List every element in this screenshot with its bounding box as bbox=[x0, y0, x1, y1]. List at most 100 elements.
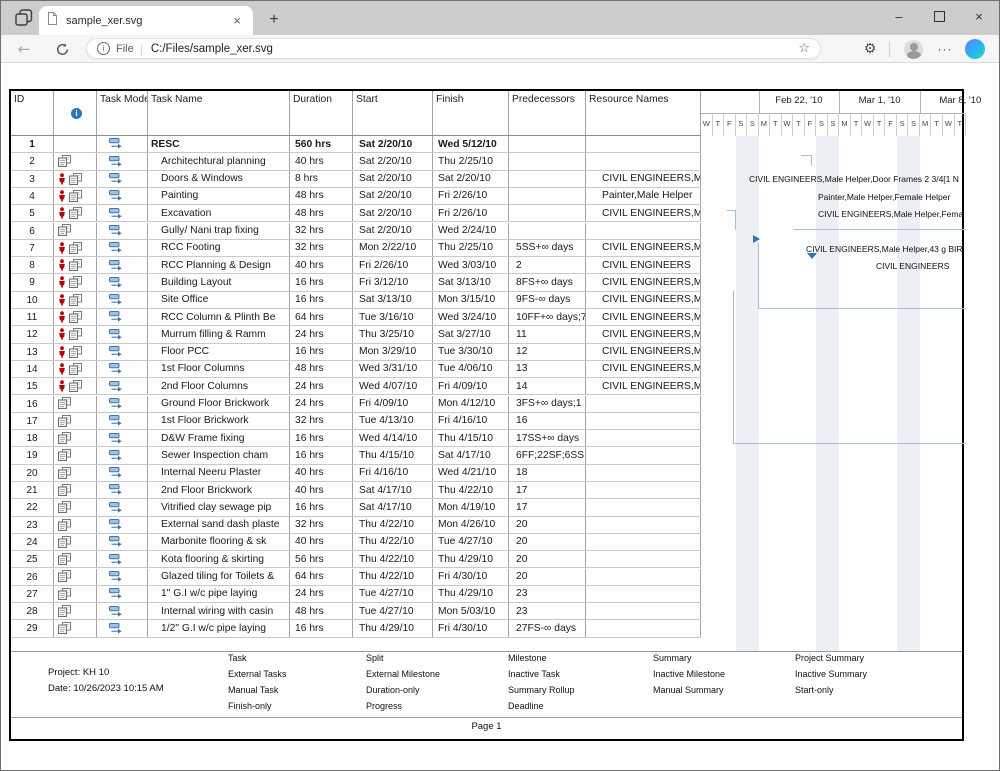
task-name-cell: Glazed tiling for Toilets & bbox=[148, 569, 290, 585]
indicator-cell bbox=[54, 534, 97, 550]
resource-names-cell: CIVIL ENGINEERS,M bbox=[586, 378, 701, 394]
row-id: 11 bbox=[11, 309, 54, 325]
predecessors-cell: 9FS-∞ days bbox=[509, 292, 586, 308]
start-cell: Wed 4/14/10 bbox=[353, 430, 433, 446]
task-name-cell: Gully/ Nani trap fixing bbox=[148, 223, 290, 239]
resource-annotation: CIVIL ENGINEERS bbox=[876, 261, 949, 271]
task-mode-cell bbox=[97, 205, 148, 221]
weekend-band bbox=[736, 136, 759, 651]
col-header-task-mode: Task Mode bbox=[97, 91, 148, 135]
resource-names-cell bbox=[586, 396, 701, 412]
task-mode-icon bbox=[109, 346, 123, 360]
finish-cell: Wed 5/12/10 bbox=[433, 136, 509, 152]
indicator-icon bbox=[69, 173, 82, 187]
legend-item: Manual Task bbox=[228, 685, 286, 701]
task-name-cell: 2nd Floor Brickwork bbox=[148, 482, 290, 498]
finish-cell: Mon 4/26/10 bbox=[433, 517, 509, 533]
predecessors-cell: 12 bbox=[509, 344, 586, 360]
duration-cell: 32 hrs bbox=[290, 517, 353, 533]
tab-actions-icon[interactable] bbox=[12, 7, 36, 29]
day-letter: M bbox=[920, 113, 932, 136]
finish-cell: Mon 4/19/10 bbox=[433, 499, 509, 515]
site-info-icon[interactable]: i bbox=[97, 42, 110, 55]
table-row: 212nd Floor Brickwork40 hrsSat 4/17/10Th… bbox=[11, 482, 701, 499]
row-id: 27 bbox=[11, 586, 54, 602]
finish-cell: Wed 2/24/10 bbox=[433, 223, 509, 239]
profile-avatar[interactable] bbox=[904, 40, 923, 59]
task-mode-cell bbox=[97, 534, 148, 550]
finish-cell: Fri 4/09/10 bbox=[433, 378, 509, 394]
browser-essentials-icon[interactable]: ⚙ bbox=[857, 41, 883, 57]
legend-item: Finish-only bbox=[228, 701, 286, 717]
predecessors-cell: 18 bbox=[509, 465, 586, 481]
task-mode-cell bbox=[97, 482, 148, 498]
browser-tab[interactable]: sample_xer.svg × bbox=[39, 6, 253, 35]
legend-item: Manual Summary bbox=[653, 685, 725, 701]
task-mode-cell bbox=[97, 240, 148, 256]
table-header: ID i Task Mode Task Name Duration Start … bbox=[11, 91, 701, 136]
task-mode-cell bbox=[97, 344, 148, 360]
resource-names-cell bbox=[586, 447, 701, 463]
tab-title: sample_xer.svg bbox=[66, 15, 229, 27]
resource-names-cell bbox=[586, 430, 701, 446]
duration-cell: 8 hrs bbox=[290, 171, 353, 187]
file-icon bbox=[47, 12, 58, 30]
duration-cell: 16 hrs bbox=[290, 620, 353, 636]
table-row: 1RESC560 hrsSat 2/20/10Wed 5/12/10 bbox=[11, 136, 701, 153]
week-label: Mar 8, '10 bbox=[939, 95, 981, 106]
task-mode-icon bbox=[109, 138, 123, 152]
finish-cell: Mon 3/15/10 bbox=[433, 292, 509, 308]
start-cell: Mon 3/29/10 bbox=[353, 344, 433, 360]
task-mode-cell bbox=[97, 620, 148, 636]
favorite-star-icon[interactable]: ☆ bbox=[798, 41, 810, 56]
link-line bbox=[758, 243, 759, 308]
row-id: 1 bbox=[11, 136, 54, 152]
back-button[interactable]: ← bbox=[13, 38, 35, 60]
finish-cell: Thu 4/29/10 bbox=[433, 586, 509, 602]
page-number: Page 1 bbox=[11, 721, 962, 732]
day-letter: T bbox=[851, 113, 863, 136]
row-id: 24 bbox=[11, 534, 54, 550]
indicator-cell bbox=[54, 517, 97, 533]
finish-cell: Sat 2/20/10 bbox=[433, 171, 509, 187]
legend-item: Summary Rollup bbox=[508, 685, 575, 701]
indicator-cell bbox=[54, 396, 97, 412]
table-row: 10Site Office16 hrsSat 3/13/10Mon 3/15/1… bbox=[11, 292, 701, 309]
toolbar-divider bbox=[889, 41, 890, 57]
indicator-cell bbox=[54, 326, 97, 342]
task-name-cell: Ground Floor Brickwork bbox=[148, 396, 290, 412]
task-name-cell: Excavation bbox=[148, 205, 290, 221]
row-id: 21 bbox=[11, 482, 54, 498]
refresh-button[interactable] bbox=[51, 38, 73, 60]
toolbar: ← i File | C:/Files/sample_xer.svg ☆ ⚙ ·… bbox=[1, 35, 999, 63]
predecessors-cell bbox=[509, 171, 586, 187]
new-tab-button[interactable]: + bbox=[263, 9, 285, 31]
day-letter: F bbox=[724, 113, 736, 136]
start-cell: Thu 4/22/10 bbox=[353, 534, 433, 550]
task-name-cell: Floor PCC bbox=[148, 344, 290, 360]
task-name-cell: RCC Planning & Design bbox=[148, 257, 290, 273]
maximize-button[interactable] bbox=[919, 1, 959, 31]
table-row: 20Internal Neeru Plaster40 hrsFri 4/16/1… bbox=[11, 465, 701, 482]
start-cell: Thu 4/22/10 bbox=[353, 569, 433, 585]
link-line bbox=[793, 229, 966, 230]
address-bar[interactable]: i File | C:/Files/sample_xer.svg ☆ bbox=[86, 38, 821, 59]
tab-close-icon[interactable]: × bbox=[229, 13, 245, 28]
finish-cell: Tue 4/27/10 bbox=[433, 534, 509, 550]
legend-item: Inactive Milestone bbox=[653, 669, 725, 685]
resource-names-cell bbox=[586, 499, 701, 515]
settings-menu-icon[interactable]: ··· bbox=[931, 42, 959, 56]
task-mode-cell bbox=[97, 413, 148, 429]
duration-cell: 56 hrs bbox=[290, 551, 353, 567]
legend-item: Inactive Task bbox=[508, 669, 575, 685]
indicator-cell bbox=[54, 257, 97, 273]
copilot-icon[interactable] bbox=[965, 39, 985, 59]
indicator-icon bbox=[58, 588, 71, 602]
task-name-cell: RCC Column & Plinth Be bbox=[148, 309, 290, 325]
close-button[interactable]: × bbox=[959, 1, 999, 31]
task-mode-icon bbox=[109, 571, 123, 585]
minimize-button[interactable]: – bbox=[879, 1, 919, 31]
indicator-icon bbox=[58, 467, 71, 481]
predecessors-cell: 17SS+∞ days bbox=[509, 430, 586, 446]
task-mode-icon bbox=[109, 519, 123, 533]
